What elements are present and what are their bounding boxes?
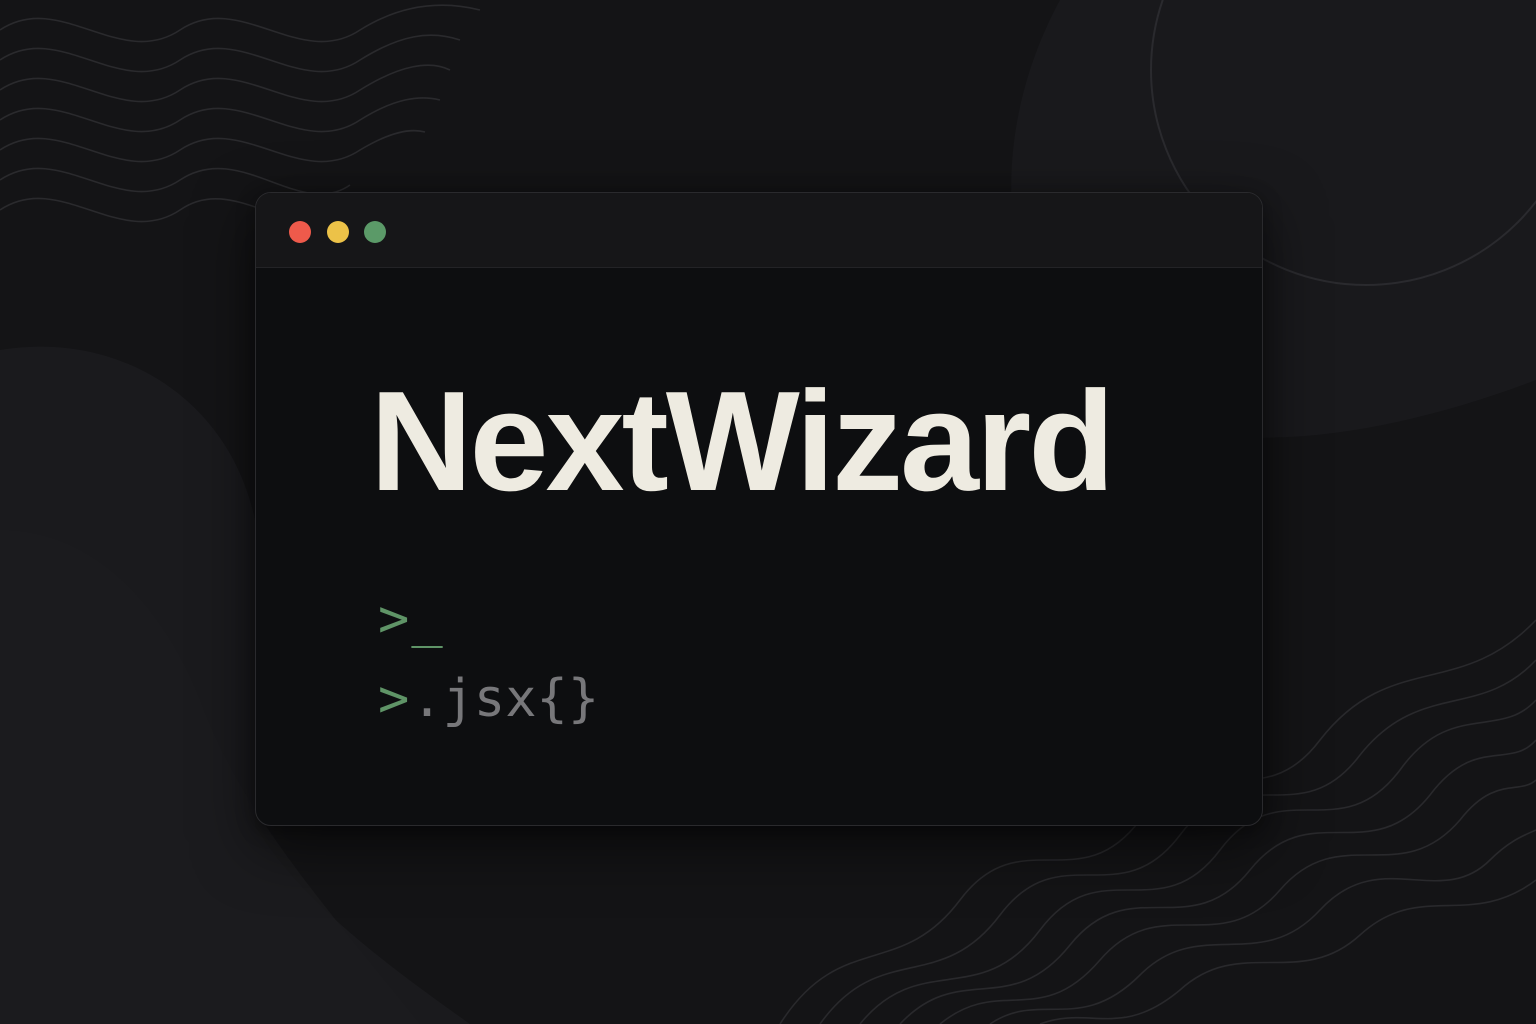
minimize-button[interactable]: [327, 221, 349, 243]
maximize-button[interactable]: [364, 221, 386, 243]
prompt-line-cursor: >_: [378, 593, 443, 645]
app-title: NextWizard: [370, 362, 1115, 521]
prompt-chevron-icon: >: [378, 589, 410, 649]
close-button[interactable]: [289, 221, 311, 243]
background-canvas: NextWizard >_ >.jsx{}: [0, 0, 1536, 1024]
prompt-line-jsx: >.jsx{}: [378, 673, 599, 725]
bg-waves-top-left: [0, 4, 481, 223]
terminal-window: NextWizard >_ >.jsx{}: [255, 192, 1263, 826]
code-snippet: .jsx{}: [411, 669, 600, 729]
cursor-underscore: _: [411, 589, 443, 649]
prompt-chevron-icon: >: [378, 669, 410, 729]
window-titlebar: [256, 193, 1262, 268]
